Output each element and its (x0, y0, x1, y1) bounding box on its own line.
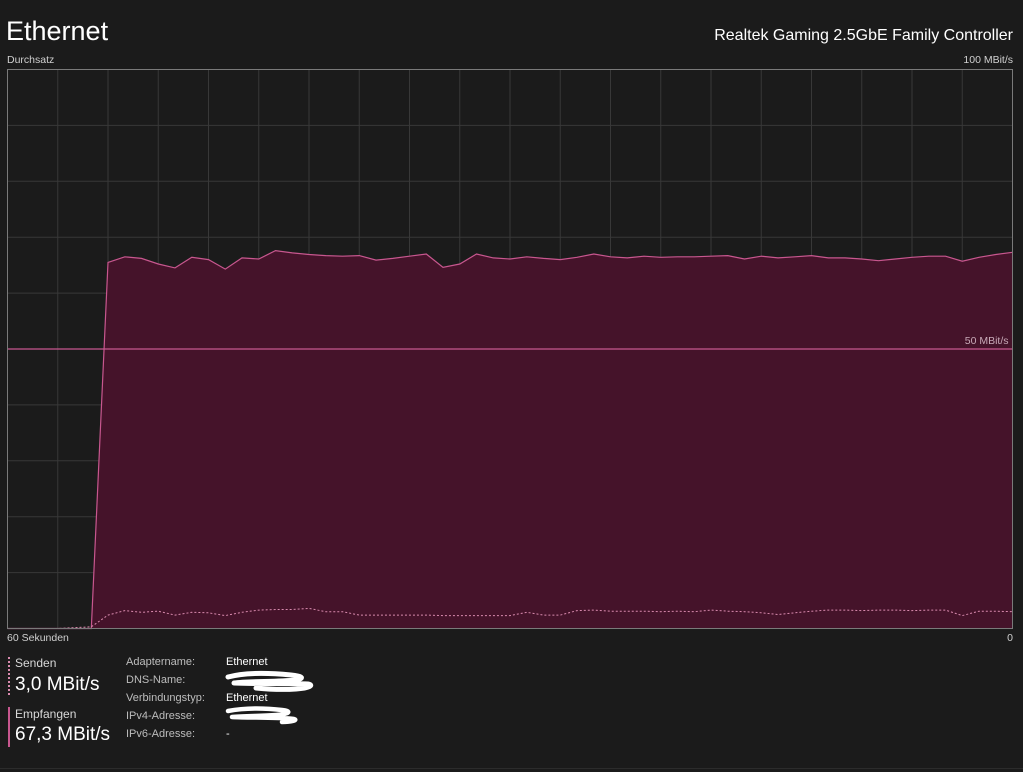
connection-type-value: Ethernet (226, 692, 268, 704)
time-span-label: 60 Sekunden (7, 632, 69, 644)
dns-name-redaction (225, 670, 314, 692)
ipv4-key: IPv4-Adresse: (126, 710, 196, 722)
receive-value: 67,3 MBit/s (15, 724, 111, 745)
receive-label: Empfangen (15, 707, 77, 721)
adapter-name-key: Adaptername: (126, 656, 196, 668)
bottom-divider (0, 768, 1023, 769)
adapter-name-value: Ethernet (226, 656, 268, 668)
send-label: Senden (15, 656, 57, 670)
connection-type-key: Verbindungstyp: (126, 692, 205, 704)
send-value: 3,0 MBit/s (15, 674, 100, 695)
time-end-label: 0 (1007, 632, 1013, 644)
scale-label: 50 MBit/s (965, 335, 1009, 347)
dns-name-key: DNS-Name: (126, 674, 186, 686)
ipv6-value: - (226, 728, 230, 740)
send-legend-marker (8, 657, 10, 696)
performance-panel: Ethernet Realtek Gaming 2.5GbE Family Co… (0, 0, 1023, 772)
ipv4-redaction (225, 706, 298, 725)
receive-legend-marker (8, 707, 10, 747)
receive-area (7, 250, 1013, 629)
ipv6-key: IPv6-Adresse: (126, 728, 196, 740)
